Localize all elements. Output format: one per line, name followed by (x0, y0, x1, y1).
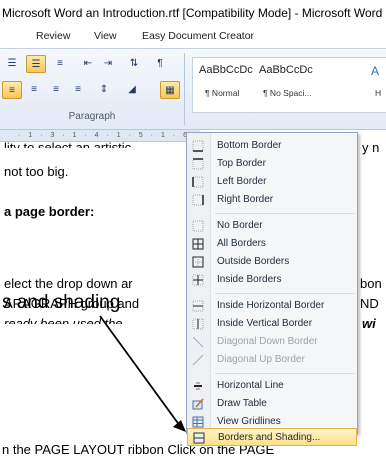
style-no-spacing-label: ¶ No Spaci... (263, 88, 312, 98)
tab-view[interactable]: View (94, 30, 117, 42)
doc-line-end: y n (362, 140, 380, 155)
align-center-icon[interactable]: ≡ (24, 81, 44, 99)
sort-icon[interactable]: ⇅ (124, 55, 144, 73)
diagonal-down-border-icon (192, 336, 204, 348)
menu-item-left-border[interactable]: Left Border (187, 173, 357, 191)
left-border-icon (192, 176, 204, 188)
doc-line-end: ND (360, 296, 379, 311)
doc-line: elect the drop down ar (4, 276, 133, 291)
window-title: Microsoft Word an Introduction.rtf [Comp… (0, 0, 386, 26)
horizontal-line-icon (192, 380, 204, 392)
diagonal-up-border-icon (192, 354, 204, 366)
paragraph-group-label: Paragraph (68, 111, 116, 122)
menu-separator (215, 213, 355, 214)
show-hide-icon[interactable]: ¶ (150, 55, 170, 73)
align-left-icon[interactable]: ≡ (2, 81, 22, 99)
menu-item-draw-table[interactable]: Draw Table (187, 395, 357, 413)
styles-gallery[interactable]: AaBbCcDc ¶ Normal AaBbCcDc ¶ No Spaci...… (192, 57, 386, 113)
increase-indent-icon[interactable]: ⇥ (98, 55, 118, 73)
decrease-indent-icon[interactable]: ⇤ (78, 55, 98, 73)
style-normal-label: ¶ Normal (205, 88, 240, 98)
doc-line-end: bon (360, 276, 382, 291)
inside-borders-icon (192, 274, 204, 286)
borders-and-shading-icon (193, 432, 205, 444)
menu-separator (215, 293, 355, 294)
shading-icon[interactable]: ◢ (122, 81, 142, 99)
doc-line: lity to select an artistic (4, 140, 132, 155)
bullets-icon[interactable]: ☰ (2, 55, 22, 73)
menu-item-right-border[interactable]: Right Border (187, 191, 357, 209)
menu-item-top-border[interactable]: Top Border (187, 155, 357, 173)
ribbon: ☰ ☰ ≡ ⇤ ⇥ ⇅ ¶ ≡ ≡ ≡ ≡ ⇕ ◢ ▦ Paragraph Aa… (0, 48, 386, 130)
menu-item-inside-borders[interactable]: Inside Borders (187, 271, 357, 289)
menu-item-no-border[interactable]: No Border (187, 217, 357, 235)
inside-horizontal-border-icon (192, 300, 204, 312)
line-spacing-icon[interactable]: ⇕ (94, 81, 114, 99)
inside-vertical-border-icon (192, 318, 204, 330)
ribbon-tabs: Review View Easy Document Creator (0, 26, 386, 48)
numbering-icon[interactable]: ☰ (26, 55, 46, 73)
multilevel-list-icon[interactable]: ≡ (50, 55, 70, 73)
menu-item-diagonal-up-border[interactable]: Diagonal Up Border (187, 351, 357, 369)
borders-dropdown-menu: Bottom Border Top Border Left Border Rig… (186, 132, 358, 434)
view-gridlines-icon (192, 416, 204, 428)
draw-table-icon (192, 398, 204, 410)
annotation-label: s and shading (2, 292, 121, 313)
borders-icon[interactable]: ▦ (160, 81, 180, 99)
menu-item-all-borders[interactable]: All Borders (187, 235, 357, 253)
menu-item-bottom-border[interactable]: Bottom Border (187, 137, 357, 155)
menu-item-horizontal-line[interactable]: Horizontal Line (187, 377, 357, 395)
outside-borders-icon (192, 256, 204, 268)
style-heading-sample[interactable]: A (371, 64, 379, 78)
doc-line: ready been used the (4, 316, 123, 331)
menu-item-inside-vertical-border[interactable]: Inside Vertical Border (187, 315, 357, 333)
bottom-border-icon (192, 140, 204, 152)
menu-item-diagonal-down-border[interactable]: Diagonal Down Border (187, 333, 357, 351)
style-heading-label: H (375, 88, 382, 98)
doc-line: not too big. (4, 164, 69, 179)
menu-item-inside-horizontal-border[interactable]: Inside Horizontal Border (187, 297, 357, 315)
tab-easy-document-creator[interactable]: Easy Document Creator (142, 30, 254, 42)
justify-icon[interactable]: ≡ (68, 81, 88, 99)
tab-review[interactable]: Review (36, 30, 70, 42)
style-no-spacing-sample[interactable]: AaBbCcDc (259, 64, 313, 76)
align-right-icon[interactable]: ≡ (46, 81, 66, 99)
group-separator (184, 53, 185, 125)
all-borders-icon (192, 238, 204, 250)
no-border-icon (192, 220, 204, 232)
style-normal-sample[interactable]: AaBbCcDc (199, 64, 253, 76)
doc-line-end: wi (362, 316, 376, 331)
menu-separator (215, 373, 355, 374)
menu-item-borders-and-shading[interactable]: Borders and Shading... (187, 428, 357, 446)
doc-heading: a page border: (4, 204, 95, 219)
menu-item-outside-borders[interactable]: Outside Borders (187, 253, 357, 271)
right-border-icon (192, 194, 204, 206)
top-border-icon (192, 158, 204, 170)
